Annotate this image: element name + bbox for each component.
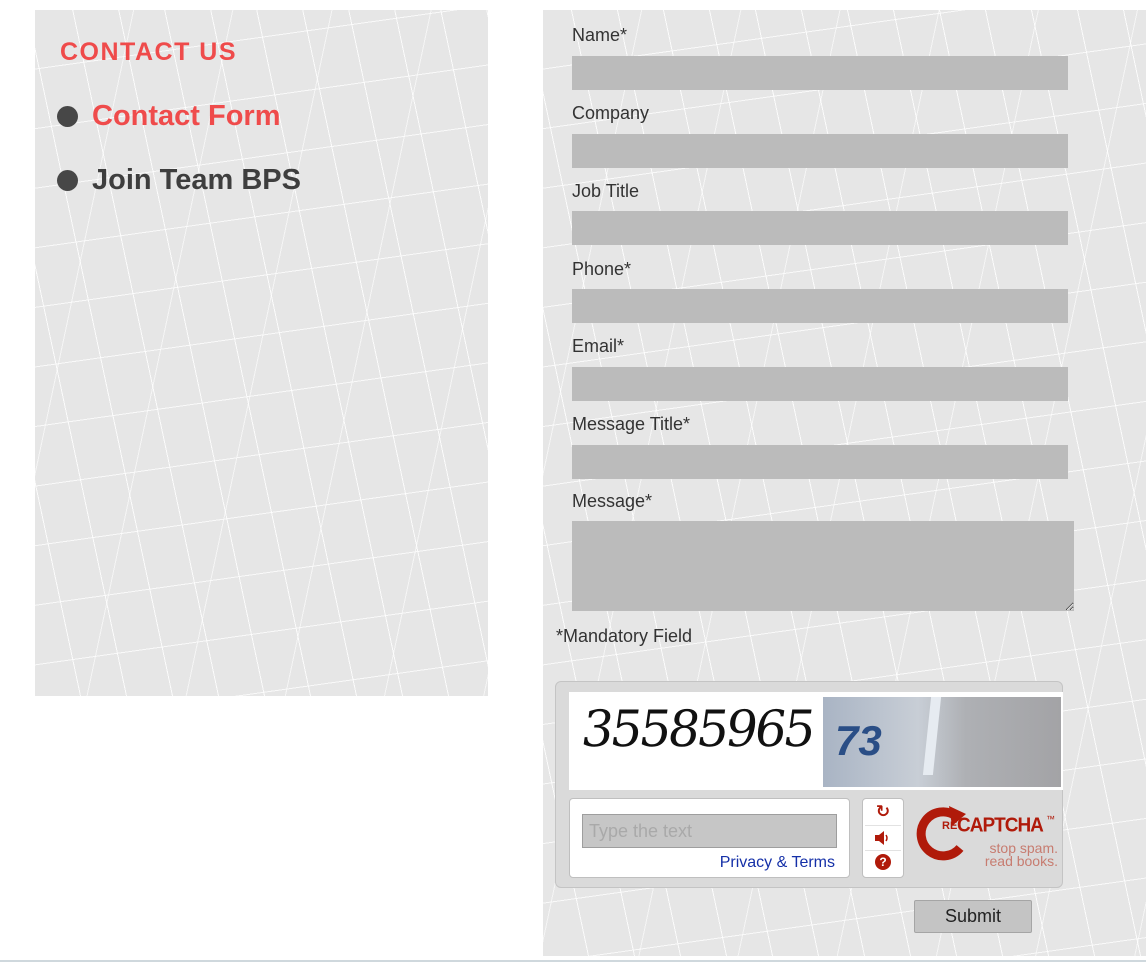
email-input[interactable] <box>572 367 1068 401</box>
contact-sidebar: CONTACT US Contact Form Join Team BPS <box>35 10 488 696</box>
bullet-icon <box>57 106 78 127</box>
message-title-label: Message Title* <box>572 414 691 434</box>
name-label: Name* <box>572 25 628 45</box>
job-title-input[interactable] <box>572 211 1068 245</box>
sidebar-item-label: Join Team BPS <box>92 164 301 196</box>
phone-input[interactable] <box>572 289 1068 323</box>
privacy-terms-link[interactable]: Privacy & Terms <box>720 854 835 872</box>
name-input[interactable] <box>572 56 1068 90</box>
company-label: Company <box>572 103 650 123</box>
contact-form-panel: Name* Company Job Title Phone* Email* Me… <box>543 10 1146 956</box>
controls-divider <box>865 825 901 826</box>
speaker-icon <box>875 831 888 845</box>
message-textarea[interactable] <box>572 521 1074 611</box>
recaptcha-widget: 35585965 73 Privacy & Terms ↻ ? <box>555 681 1063 888</box>
captcha-photo-number: 73 <box>835 717 882 764</box>
mandatory-field-note: *Mandatory Field <box>556 626 693 646</box>
company-input[interactable] <box>572 134 1068 168</box>
logo-tagline-line2: read books. <box>984 853 1058 869</box>
message-label: Message* <box>572 491 653 511</box>
reload-icon[interactable]: ↻ <box>874 802 892 821</box>
logo-trademark: ™ <box>1046 814 1055 824</box>
controls-divider <box>865 850 901 851</box>
audio-icon[interactable] <box>874 829 892 847</box>
captcha-input-box: Privacy & Terms <box>569 798 850 878</box>
phone-label: Phone* <box>572 259 632 279</box>
message-title-input[interactable] <box>572 445 1068 479</box>
submit-button[interactable]: Submit <box>914 900 1032 933</box>
sidebar-item-label: Contact Form <box>92 100 281 132</box>
recaptcha-logo: RE CAPTCHA ™ stop spam. read books. <box>914 798 1062 878</box>
bullet-icon <box>57 170 78 191</box>
captcha-controls: ↻ ? <box>862 798 904 878</box>
help-icon[interactable]: ? <box>875 854 891 870</box>
sidebar-item-contact-form[interactable]: Contact Form <box>57 100 281 133</box>
captcha-challenge-image: 35585965 73 <box>569 692 1063 790</box>
captcha-response-input[interactable] <box>582 814 837 848</box>
captcha-challenge-word: 35585965 <box>577 700 817 758</box>
captcha-challenge-photo: 73 <box>823 697 1061 787</box>
email-label: Email* <box>572 336 625 356</box>
sidebar-item-join-team[interactable]: Join Team BPS <box>57 164 301 197</box>
job-title-label: Job Title <box>572 181 640 201</box>
captcha-photo-plate-edge <box>922 697 942 775</box>
logo-name: CAPTCHA <box>957 814 1044 837</box>
sidebar-heading: CONTACT US <box>60 38 238 66</box>
logo-prefix: RE <box>942 820 958 832</box>
